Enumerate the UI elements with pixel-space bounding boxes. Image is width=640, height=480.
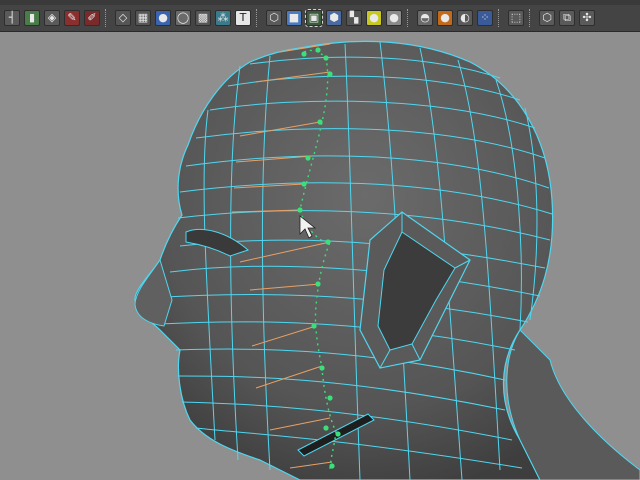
brush-tool-icon[interactable]: ✐: [84, 9, 100, 26]
sphere-shader-icon[interactable]: ●: [155, 9, 171, 26]
layers-icon[interactable]: ◇: [115, 9, 131, 26]
two-panels-icon[interactable]: ⧉: [559, 9, 575, 26]
text-tool-icon[interactable]: T: [235, 9, 251, 26]
selection-icon[interactable]: ⬚: [508, 9, 524, 26]
head-surface[interactable]: [134, 40, 554, 480]
paint-tool-icon[interactable]: ✎: [64, 9, 80, 26]
shelf-toolbar: ┤ ▮ ◈ ✎ ✐ ◇ ▦ ● ◯ ▩ ⁂ T ⬡ ■ ▣ ⬢ ▚ ● ● ◓ ● ◐ ⁘ ⬚ ⬡ ⧉ ✣: [0, 0, 640, 32]
shelf-separator: [407, 8, 412, 27]
checker-icon[interactable]: ▩: [195, 9, 211, 26]
grid-icon[interactable]: ▦: [135, 9, 151, 26]
viewport-3d[interactable]: [0, 32, 640, 480]
spotlight-icon[interactable]: ◓: [417, 9, 433, 26]
orange-light-icon[interactable]: ●: [437, 9, 453, 26]
light-sphere-icon[interactable]: ●: [366, 9, 382, 26]
maya-window: ┤ ▮ ◈ ✎ ✐ ◇ ▦ ● ◯ ▩ ⁂ T ⬡ ■ ▣ ⬢ ▚ ● ● ◓ ● ◐ ⁘ ⬚ ⬡ ⧉ ✣: [0, 0, 640, 480]
shadow-icon[interactable]: ◐: [457, 9, 473, 26]
cluster-icon[interactable]: ⁂: [215, 9, 231, 26]
menu-strip: [0, 0, 640, 5]
checker-texture-icon[interactable]: ▚: [346, 9, 362, 26]
shaded-cube-icon[interactable]: ■: [286, 9, 302, 26]
node-graph-icon[interactable]: ✣: [579, 9, 595, 26]
shelf-separator: [498, 8, 503, 27]
shelf-separator: [256, 8, 261, 27]
textured-cube-icon[interactable]: ⬢: [326, 9, 342, 26]
multi-spheres-icon[interactable]: ⁘: [477, 9, 493, 26]
flat-shader-icon[interactable]: ◯: [175, 9, 191, 26]
shelf-separator: [105, 8, 110, 27]
head-mesh[interactable]: [0, 32, 640, 480]
wireframe-cube-icon[interactable]: ⬡: [266, 9, 282, 26]
wireframe-on-shaded-icon[interactable]: ▣: [305, 8, 323, 27]
bar-tool-icon[interactable]: ▮: [24, 9, 40, 26]
plane-tool-icon[interactable]: ◈: [44, 9, 60, 26]
isolate-cube-icon[interactable]: ⬡: [539, 9, 555, 26]
gray-sphere-icon[interactable]: ●: [386, 9, 402, 26]
shelf-separator: [529, 8, 534, 27]
curve-tool-icon[interactable]: ┤: [4, 9, 20, 26]
